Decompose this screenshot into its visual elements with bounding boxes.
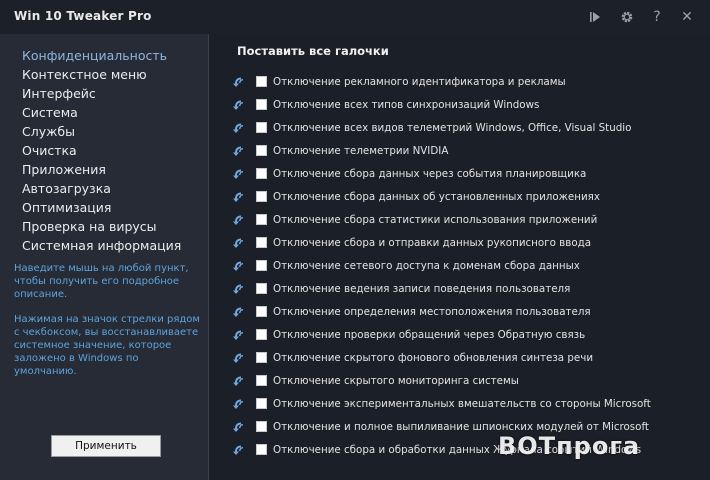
option-row: Отключение сбора данных об установленных…	[232, 185, 651, 208]
restore-default-icon[interactable]	[232, 282, 248, 296]
option-label[interactable]: Отключение всех видов телеметрий Windows…	[273, 122, 631, 134]
restore-default-icon[interactable]	[232, 213, 248, 227]
option-label[interactable]: Отключение сетевого доступа к доменам сб…	[273, 260, 580, 272]
restore-default-icon[interactable]	[232, 167, 248, 181]
option-row: Отключение телеметрии NVIDIA	[232, 139, 651, 162]
restore-default-icon[interactable]	[232, 351, 248, 365]
option-checkbox[interactable]	[256, 352, 267, 363]
restore-default-icon[interactable]	[232, 190, 248, 204]
option-row: Отключение сбора статистики использовани…	[232, 208, 651, 231]
option-checkbox[interactable]	[256, 444, 267, 455]
help-text-hover: Наведите мышь на любой пункт, чтобы полу…	[14, 263, 189, 300]
sidebar-item[interactable]: Контекстное меню	[22, 65, 181, 84]
option-checkbox[interactable]	[256, 283, 267, 294]
sidebar-item[interactable]: Приложения	[22, 160, 181, 179]
option-row: Отключение всех типов синхронизаций Wind…	[232, 93, 651, 116]
sidebar-item[interactable]: Система	[22, 103, 181, 122]
option-row: Отключение скрытого мониторинга системы	[232, 369, 651, 392]
option-label[interactable]: Отключение сбора и отправки данных рукоп…	[273, 237, 591, 249]
restore-default-icon[interactable]	[232, 305, 248, 319]
select-all-link[interactable]: Поставить все галочки	[237, 44, 389, 58]
option-checkbox[interactable]	[256, 76, 267, 87]
option-label[interactable]: Отключение проверки обращений через Обра…	[273, 329, 585, 341]
sidebar-item[interactable]: Оптимизация	[22, 198, 181, 217]
option-label[interactable]: Отключение сбора данных через события пл…	[273, 168, 586, 180]
options-list: Отключение рекламного идентификатора и р…	[232, 70, 651, 461]
option-label[interactable]: Отключение рекламного идентификатора и р…	[273, 76, 566, 88]
option-row: Отключение определения местоположения по…	[232, 300, 651, 323]
restore-default-icon[interactable]	[232, 259, 248, 273]
restore-default-icon[interactable]	[232, 374, 248, 388]
option-checkbox[interactable]	[256, 191, 267, 202]
option-row: Отключение сетевого доступа к доменам сб…	[232, 254, 651, 277]
sidebar-item[interactable]: Очистка	[22, 141, 181, 160]
option-checkbox[interactable]	[256, 329, 267, 340]
option-label[interactable]: Отключение и полное выпиливание шпионски…	[273, 421, 649, 433]
restore-default-icon[interactable]	[232, 75, 248, 89]
close-icon[interactable]: ✕	[677, 7, 697, 27]
restore-default-icon[interactable]	[232, 420, 248, 434]
option-label[interactable]: Отключение сбора статистики использовани…	[273, 214, 597, 226]
watermark-logo: BOTпрога	[498, 432, 641, 460]
option-checkbox[interactable]	[256, 398, 267, 409]
help-icon[interactable]: ?	[647, 7, 667, 27]
app-title: Win 10 Tweaker Pro	[14, 9, 152, 23]
option-checkbox[interactable]	[256, 122, 267, 133]
option-row: Отключение всех видов телеметрий Windows…	[232, 116, 651, 139]
option-checkbox[interactable]	[256, 99, 267, 110]
option-row: Отключение рекламного идентификатора и р…	[232, 70, 651, 93]
option-checkbox[interactable]	[256, 421, 267, 432]
option-label[interactable]: Отключение всех типов синхронизаций Wind…	[273, 99, 539, 111]
option-label[interactable]: Отключение скрытого фонового обновления …	[273, 352, 593, 364]
help-text-restore: Нажимая на значок стрелки рядом с чекбок…	[14, 314, 200, 377]
option-checkbox[interactable]	[256, 168, 267, 179]
option-checkbox[interactable]	[256, 145, 267, 156]
sidebar-item[interactable]: Службы	[22, 122, 181, 141]
gear-icon[interactable]	[617, 7, 637, 27]
restore-default-icon[interactable]	[232, 144, 248, 158]
sidebar-item[interactable]: Автозагрузка	[22, 179, 181, 198]
play-skip-icon[interactable]	[585, 7, 605, 27]
option-label[interactable]: Отключение экспериментальных вмешательст…	[273, 398, 651, 410]
sidebar-item[interactable]: Интерфейс	[22, 84, 181, 103]
option-label[interactable]: Отключение телеметрии NVIDIA	[273, 145, 448, 157]
panel-divider	[208, 34, 209, 480]
option-row: Отключение экспериментальных вмешательст…	[232, 392, 651, 415]
option-label[interactable]: Отключение скрытого мониторинга системы	[273, 375, 519, 387]
option-label[interactable]: Отключение сбора данных об установленных…	[273, 191, 600, 203]
restore-default-icon[interactable]	[232, 443, 248, 457]
option-row: Отключение сбора данных через события пл…	[232, 162, 651, 185]
restore-default-icon[interactable]	[232, 328, 248, 342]
title-bar: Win 10 Tweaker Pro ? ✕	[0, 0, 710, 34]
sidebar-item[interactable]: Проверка на вирусы	[22, 217, 181, 236]
option-checkbox[interactable]	[256, 237, 267, 248]
option-checkbox[interactable]	[256, 306, 267, 317]
sidebar: Конфиденциальность Контекстное меню Интерф…	[0, 34, 208, 480]
option-label[interactable]: Отключение определения местоположения по…	[273, 306, 591, 318]
option-row: Отключение ведения записи поведения поль…	[232, 277, 651, 300]
sidebar-nav: Конфиденциальность Контекстное меню Интерф…	[22, 46, 181, 255]
option-label[interactable]: Отключение ведения записи поведения поль…	[273, 283, 570, 295]
apply-button[interactable]: Применить	[51, 435, 161, 457]
option-checkbox[interactable]	[256, 375, 267, 386]
option-checkbox[interactable]	[256, 214, 267, 225]
sidebar-item[interactable]: Конфиденциальность	[22, 46, 181, 65]
restore-default-icon[interactable]	[232, 98, 248, 112]
option-row: Отключение сбора и отправки данных рукоп…	[232, 231, 651, 254]
sidebar-item[interactable]: Системная информация	[22, 236, 181, 255]
option-checkbox[interactable]	[256, 260, 267, 271]
option-row: Отключение проверки обращений через Обра…	[232, 323, 651, 346]
restore-default-icon[interactable]	[232, 121, 248, 135]
restore-default-icon[interactable]	[232, 236, 248, 250]
option-row: Отключение скрытого фонового обновления …	[232, 346, 651, 369]
restore-default-icon[interactable]	[232, 397, 248, 411]
